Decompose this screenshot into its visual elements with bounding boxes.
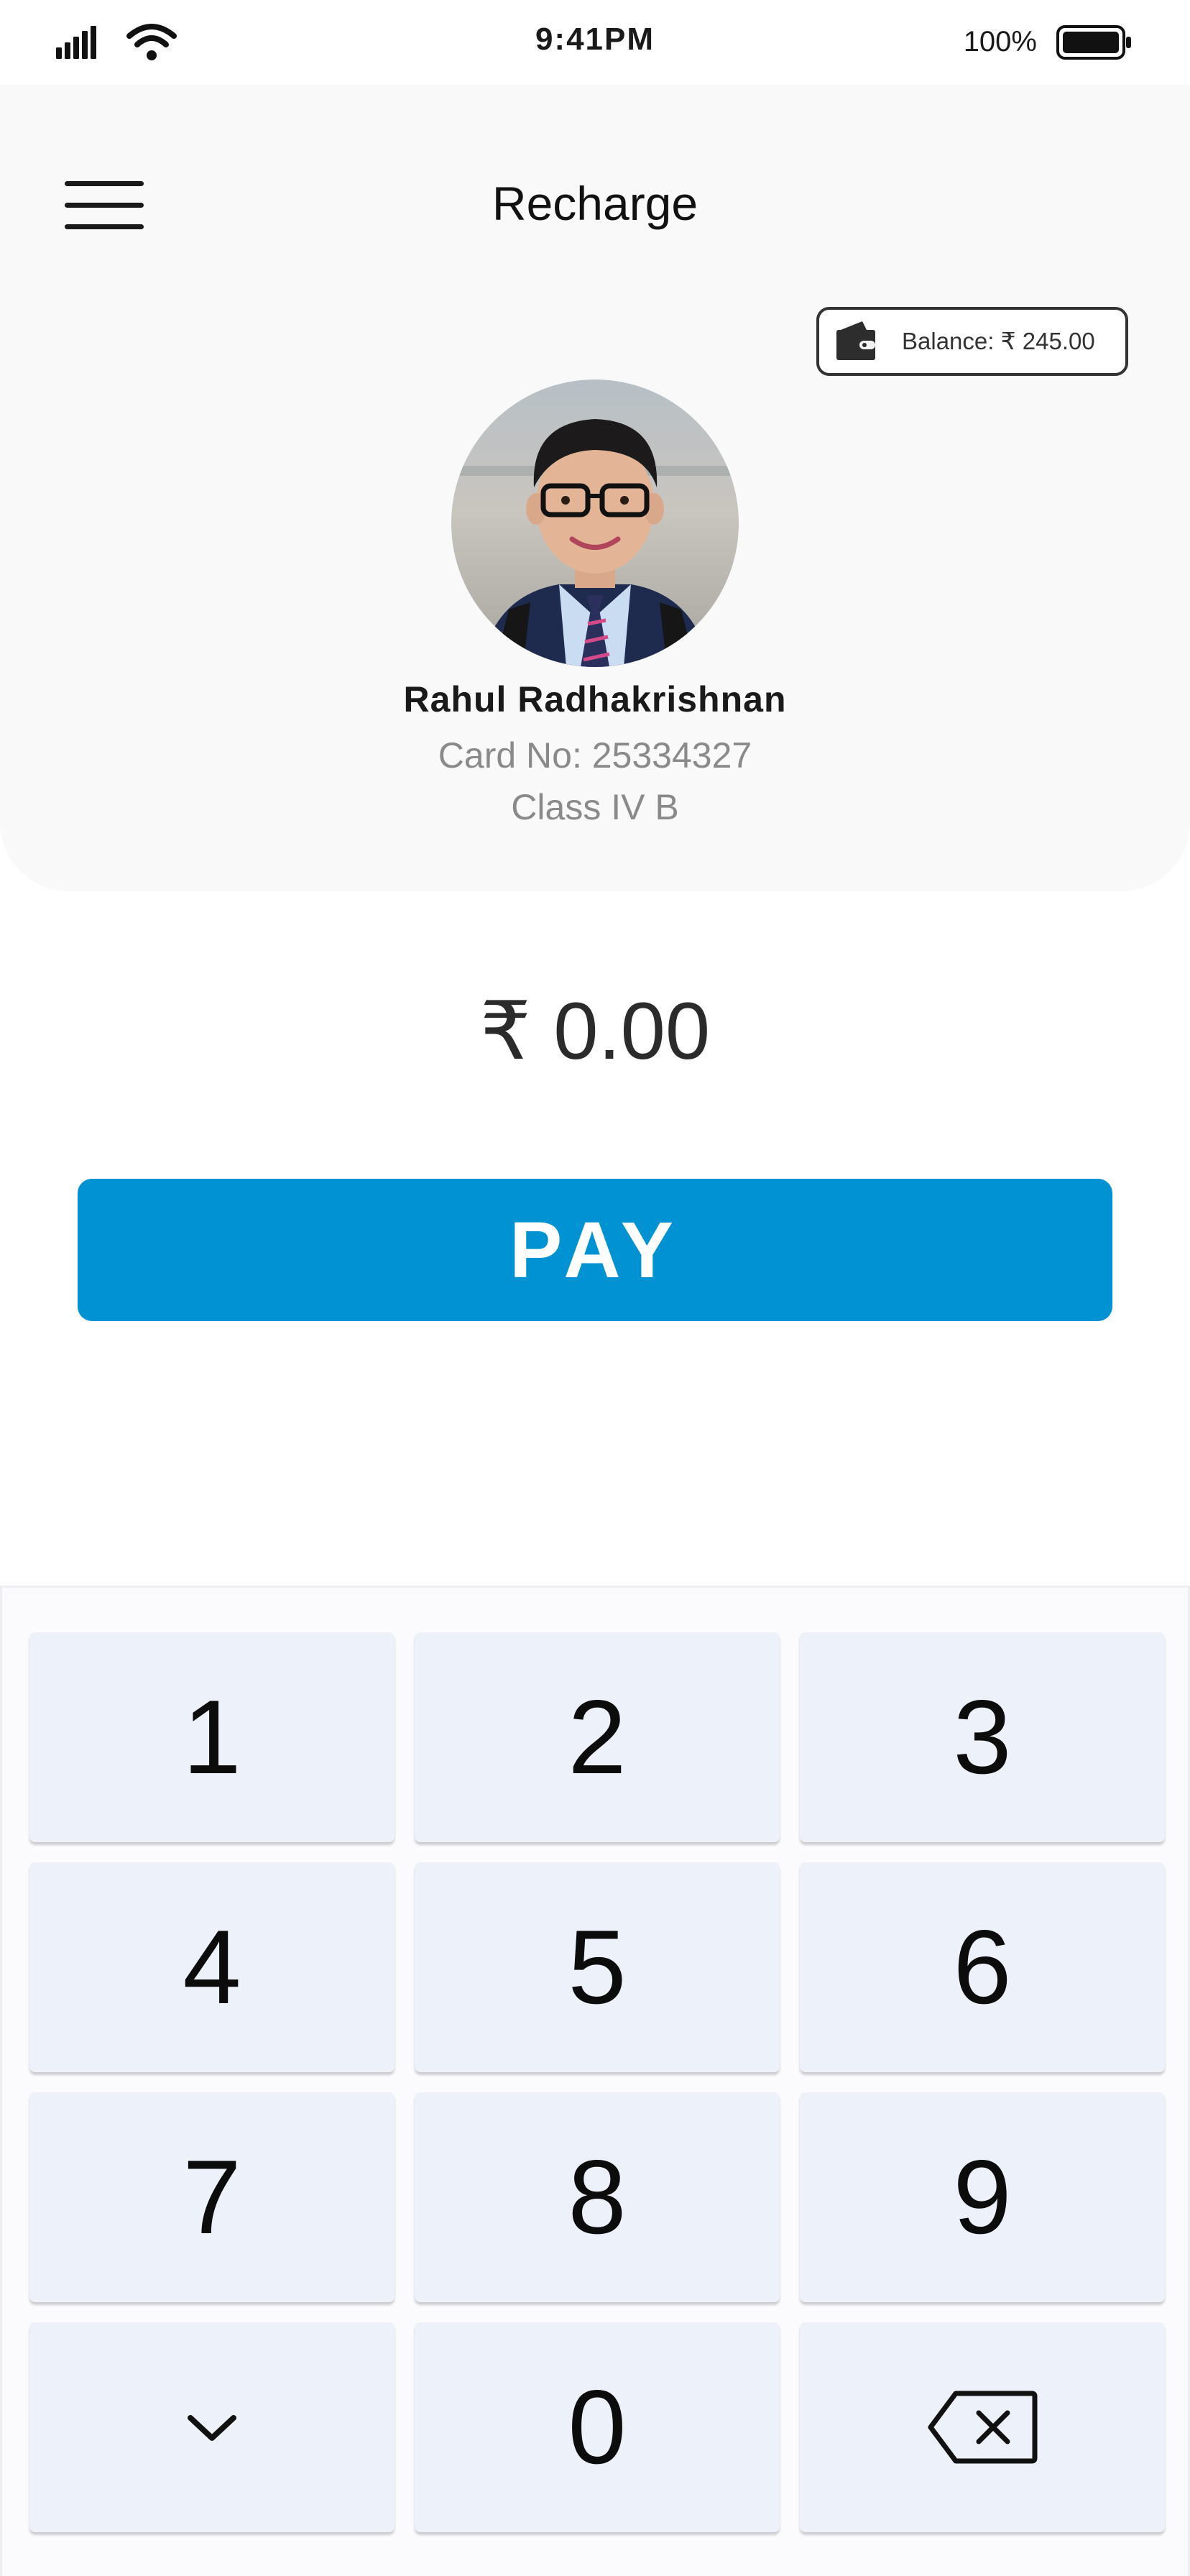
- key-2[interactable]: 2: [415, 1632, 780, 1842]
- battery-icon: [1056, 25, 1131, 60]
- chevron-down-icon: [188, 2415, 236, 2441]
- wallet-icon: [836, 321, 875, 360]
- key-1[interactable]: 1: [29, 1632, 395, 1842]
- balance-label: Balance: ₹ 245.00: [902, 328, 1095, 354]
- card-number: Card No: 25334327: [438, 735, 752, 776]
- key-backspace[interactable]: [800, 2322, 1165, 2532]
- key-7[interactable]: 7: [29, 2092, 395, 2302]
- backspace-icon: [928, 2391, 1038, 2464]
- pay-button[interactable]: PAY: [78, 1179, 1112, 1321]
- key-9[interactable]: 9: [800, 2092, 1165, 2302]
- key-3[interactable]: 3: [800, 1632, 1165, 1842]
- key-8[interactable]: 8: [415, 2092, 780, 2302]
- student-class: Class IV B: [511, 787, 679, 827]
- status-bar: 9:41PM 100%: [0, 0, 1190, 85]
- student-name: Rahul Radhakrishnan: [403, 679, 787, 719]
- key-collapse[interactable]: [29, 2322, 395, 2532]
- numeric-keypad: 1 2 3 4 5 6 7 8 9 0: [0, 1586, 1190, 2576]
- page-title: Recharge: [492, 177, 698, 230]
- key-5[interactable]: 5: [415, 1862, 780, 2072]
- key-0[interactable]: 0: [415, 2322, 780, 2532]
- student-photo: [451, 380, 739, 667]
- key-4[interactable]: 4: [29, 1862, 395, 2072]
- amount-display: ₹ 0.00: [479, 986, 711, 1076]
- battery-percent: 100%: [963, 26, 1037, 58]
- student-avatar: [451, 380, 739, 667]
- balance-badge: Balance: ₹ 245.00: [816, 307, 1128, 376]
- key-6[interactable]: 6: [800, 1862, 1165, 2072]
